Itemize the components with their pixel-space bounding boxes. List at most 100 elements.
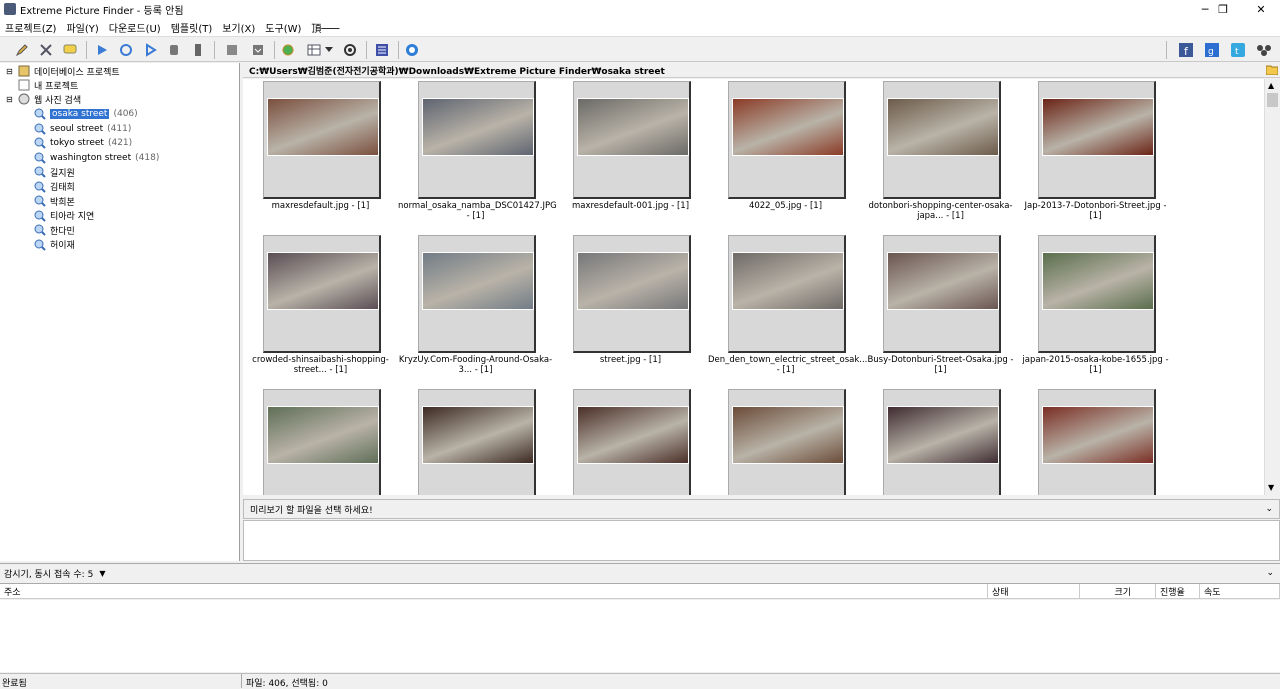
tree-item[interactable]: washington street (418) — [34, 151, 159, 165]
chevron-down-icon[interactable]: ⌄ — [1265, 504, 1273, 514]
thumbnail-image[interactable] — [1042, 252, 1154, 310]
thumbnail-item[interactable]: normal_osaka_namba_DSC01427.JPG - [1] — [398, 79, 557, 229]
tree-expander-icon[interactable]: ⊟ — [6, 67, 14, 76]
settings-icon[interactable] — [342, 42, 358, 58]
thumbnail-image[interactable] — [422, 406, 534, 464]
thumbnail-image[interactable] — [1042, 98, 1154, 156]
google-icon[interactable]: g — [1204, 42, 1220, 58]
tree-item[interactable]: seoul street (411) — [34, 122, 131, 136]
thumbnail-frame[interactable] — [573, 389, 691, 495]
menu-template[interactable]: 템플릿(T) — [166, 20, 218, 35]
thumbnail-image[interactable] — [577, 406, 689, 464]
resume-icon[interactable] — [142, 42, 158, 58]
thumbnail-item[interactable]: dotonbori-shopping-center-osaka-japa... … — [863, 79, 1018, 229]
thumbnail-frame[interactable] — [418, 81, 536, 199]
menu-extra[interactable]: 頂─── — [306, 20, 344, 35]
thumbnail-scrollbar[interactable]: ▲ ▼ — [1264, 79, 1280, 495]
thumbnail-item[interactable] — [708, 387, 863, 495]
chevron-down-icon[interactable]: ⌄ — [1266, 568, 1274, 578]
thumbnail-item[interactable]: Busy-Dotonburi-Street-Osaka.jpg - [1] — [863, 233, 1018, 383]
thumbnail-image[interactable] — [732, 98, 844, 156]
thumbnail-frame[interactable] — [728, 389, 846, 495]
tree-item[interactable]: 길지원 — [34, 165, 79, 179]
scroll-up-icon[interactable]: ▲ — [1268, 81, 1274, 90]
thumbnail-image[interactable] — [267, 406, 379, 464]
thumbnail-frame[interactable] — [728, 81, 846, 199]
help-icon[interactable] — [404, 42, 420, 58]
image-viewer-icon[interactable] — [280, 42, 296, 58]
thumbnail-frame[interactable] — [573, 235, 691, 353]
menu-view[interactable]: 보기(X) — [217, 20, 260, 35]
thumbnail-item[interactable]: 4022_05.jpg - [1] — [708, 79, 863, 229]
thumbnail-item[interactable] — [398, 387, 553, 495]
tree-item[interactable]: 티아라 지연 — [34, 209, 98, 223]
menu-file[interactable]: 파일(Y) — [61, 20, 103, 35]
download-icon[interactable] — [224, 42, 240, 58]
gallery-icon[interactable] — [374, 42, 390, 58]
close-button[interactable]: ✕ — [1244, 0, 1278, 18]
tree-item[interactable]: 허이재 — [34, 238, 79, 252]
new-project-icon[interactable] — [14, 42, 30, 58]
thumbnail-frame[interactable] — [883, 235, 1001, 353]
thumbnail-frame[interactable] — [1038, 389, 1156, 495]
thumbnail-frame[interactable] — [1038, 81, 1156, 199]
thumbnail-image[interactable] — [732, 252, 844, 310]
thumbnail-item[interactable]: Jap-2013-7-Dotonbori-Street.jpg - [1] — [1018, 79, 1173, 229]
tree-node-db-projects[interactable]: ⊟ 데이터베이스 프로젝트 — [6, 64, 120, 78]
thumbnail-item[interactable]: KryzUy.Com-Fooding-Around-Osaka-3... - [… — [398, 233, 553, 383]
thumbnail-image[interactable] — [887, 98, 999, 156]
thumbnail-frame[interactable] — [883, 81, 1001, 199]
thumbnail-frame[interactable] — [263, 81, 381, 199]
download-all-icon[interactable] — [250, 42, 266, 58]
thumbnail-item[interactable]: Den_den_town_electric_street_osak... - [… — [708, 233, 867, 383]
thumbnail-image[interactable] — [577, 98, 689, 156]
thumbnail-item[interactable]: japan-2015-osaka-kobe-1655.jpg - [1] — [1018, 233, 1173, 383]
scroll-down-icon[interactable]: ▼ — [1268, 483, 1274, 492]
scroll-thumb[interactable] — [1267, 93, 1278, 107]
maximize-button[interactable]: ❐ — [1206, 0, 1240, 18]
community-icon[interactable] — [1256, 42, 1272, 58]
menu-download[interactable]: 다운로드(U) — [104, 20, 166, 35]
tree-item[interactable]: 박희본 — [34, 194, 79, 208]
thumbnail-frame[interactable] — [1038, 235, 1156, 353]
column-speed[interactable]: 속도 — [1200, 584, 1280, 599]
tree-item[interactable]: osaka street (406) — [34, 107, 138, 121]
thumbnail-frame[interactable] — [263, 235, 381, 353]
tree-item[interactable]: tokyo street (421) — [34, 136, 132, 150]
thumbnail-item[interactable]: crowded-shinsaibashi-shopping-street... … — [243, 233, 398, 383]
thumbnail-image[interactable] — [422, 98, 534, 156]
comment-icon[interactable] — [62, 42, 78, 58]
menu-tools[interactable]: 도구(W) — [260, 20, 306, 35]
thumbnail-item[interactable] — [243, 387, 398, 495]
thumbnail-frame[interactable] — [573, 81, 691, 199]
tree-item[interactable]: 한다민 — [34, 223, 79, 237]
thumbnail-item[interactable] — [1018, 387, 1173, 495]
folder-icon[interactable] — [1265, 64, 1279, 78]
tree-node-my-projects[interactable]: 내 프로젝트 — [18, 78, 78, 92]
monitor-dropdown-icon[interactable]: ▼ — [99, 569, 105, 578]
tree-expander-icon[interactable]: ⊟ — [6, 95, 14, 104]
tree-item[interactable]: 김태희 — [34, 180, 79, 194]
thumbnail-item[interactable] — [863, 387, 1018, 495]
thumbnail-image[interactable] — [887, 406, 999, 464]
start-icon[interactable] — [94, 42, 110, 58]
thumbnail-item[interactable]: maxresdefault.jpg - [1] — [243, 79, 398, 229]
facebook-icon[interactable]: f — [1178, 42, 1194, 58]
thumbnail-item[interactable] — [553, 387, 708, 495]
column-size[interactable]: 크기 — [1080, 584, 1156, 599]
column-address[interactable]: 주소 — [0, 584, 988, 599]
thumbnail-image[interactable] — [267, 252, 379, 310]
thumbnail-frame[interactable] — [418, 389, 536, 495]
column-progress[interactable]: 진행율 — [1156, 584, 1200, 599]
thumbnail-view-icon[interactable] — [306, 42, 322, 58]
thumbnail-frame[interactable] — [263, 389, 381, 495]
thumbnail-image[interactable] — [1042, 406, 1154, 464]
edit-project-icon[interactable] — [38, 42, 54, 58]
thumbnail-image[interactable] — [422, 252, 534, 310]
thumbnail-frame[interactable] — [883, 389, 1001, 495]
refresh-icon[interactable] — [118, 42, 134, 58]
storage-icon[interactable] — [190, 42, 206, 58]
database-icon[interactable] — [166, 42, 182, 58]
menu-project[interactable]: 프로젝트(Z) — [0, 20, 61, 35]
thumbnail-image[interactable] — [732, 406, 844, 464]
